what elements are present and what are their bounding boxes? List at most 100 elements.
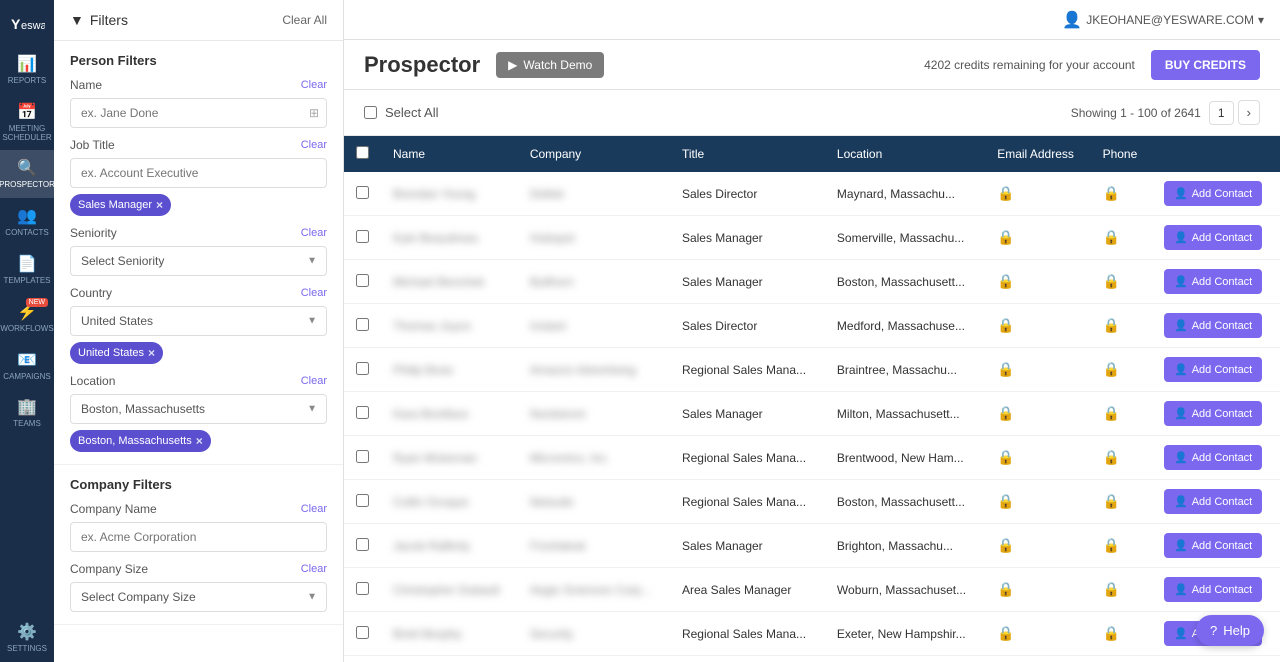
row-phone: 🔒 bbox=[1091, 216, 1152, 260]
sidebar-item-meeting-scheduler[interactable]: 📅 MEETING SCHEDULER bbox=[0, 94, 54, 151]
name-clear-button[interactable]: Clear bbox=[301, 79, 327, 91]
sidebar-item-teams[interactable]: 🏢 TEAMS bbox=[0, 389, 54, 437]
sidebar-item-contacts[interactable]: 👥 CONTACTS bbox=[0, 198, 54, 246]
row-checkbox-8[interactable] bbox=[356, 538, 369, 551]
filters-sidebar: ▼ Filters Clear All Person Filters Name … bbox=[54, 0, 344, 662]
add-contact-button-1[interactable]: 👤 Add Contact bbox=[1164, 225, 1262, 250]
select-all-checkbox[interactable] bbox=[364, 106, 377, 119]
reports-icon: 📊 bbox=[17, 54, 37, 74]
row-location: Braintree, Massachu... bbox=[825, 348, 985, 392]
row-action: 👤 Add Contact bbox=[1152, 568, 1280, 612]
header-right: 4202 credits remaining for your account … bbox=[924, 50, 1260, 80]
header-checkbox[interactable] bbox=[356, 146, 369, 159]
company-size-label: Company Size bbox=[70, 562, 148, 576]
add-contact-button-0[interactable]: 👤 Add Contact bbox=[1164, 181, 1262, 206]
company-name-input[interactable] bbox=[70, 522, 327, 552]
country-tag[interactable]: United States × bbox=[70, 342, 163, 364]
row-checkbox-6[interactable] bbox=[356, 450, 369, 463]
job-title-tag-remove[interactable]: × bbox=[156, 198, 163, 212]
sidebar-item-campaigns[interactable]: 📧 CAMPAIGNS bbox=[0, 342, 54, 390]
row-phone: 🔒 bbox=[1091, 348, 1152, 392]
sidebar-item-reports[interactable]: 📊 REPORTS bbox=[0, 46, 54, 94]
add-contact-button-5[interactable]: 👤 Add Contact bbox=[1164, 401, 1262, 426]
sidebar-item-label: SETTINGS bbox=[7, 645, 47, 654]
company-name-clear-button[interactable]: Clear bbox=[301, 503, 327, 515]
row-checkbox-cell bbox=[344, 172, 381, 216]
next-page-button[interactable]: › bbox=[1238, 100, 1260, 125]
location-select[interactable]: Boston, Massachusetts Cambridge, Massach… bbox=[70, 394, 327, 424]
country-select[interactable]: United States Canada United Kingdom bbox=[70, 306, 327, 336]
country-tag-remove[interactable]: × bbox=[148, 346, 155, 360]
row-name: Brendan Young bbox=[381, 172, 518, 216]
country-clear-button[interactable]: Clear bbox=[301, 287, 327, 299]
company-size-select[interactable]: Select Company Size 1-10 11-50 51-200 20… bbox=[70, 582, 327, 612]
app-logo[interactable]: Y esware bbox=[7, 8, 47, 38]
sidebar-item-settings[interactable]: ⚙️ SETTINGS bbox=[0, 614, 54, 662]
add-contact-button-9[interactable]: 👤 Add Contact bbox=[1164, 577, 1262, 602]
add-contact-button-6[interactable]: 👤 Add Contact bbox=[1164, 445, 1262, 470]
add-contact-button-7[interactable]: 👤 Add Contact bbox=[1164, 489, 1262, 514]
row-checkbox-10[interactable] bbox=[356, 626, 369, 639]
sidebar-item-workflows[interactable]: NEW ⚡ WORKFLOWS bbox=[0, 294, 54, 342]
row-checkbox-0[interactable] bbox=[356, 186, 369, 199]
sidebar-item-prospector[interactable]: 🔍 PROSPECTOR bbox=[0, 150, 54, 198]
action-column-header bbox=[1152, 136, 1280, 172]
row-checkbox-2[interactable] bbox=[356, 274, 369, 287]
row-phone: 🔒 bbox=[1091, 436, 1152, 480]
job-title-input[interactable] bbox=[70, 158, 327, 188]
seniority-clear-button[interactable]: Clear bbox=[301, 227, 327, 239]
buy-credits-button[interactable]: BUY CREDITS bbox=[1151, 50, 1260, 80]
add-contact-button-8[interactable]: 👤 Add Contact bbox=[1164, 533, 1262, 558]
add-icon: 👤 bbox=[1174, 539, 1188, 552]
row-company: Freshdesk bbox=[518, 524, 670, 568]
row-location: Boston, Massachusett... bbox=[825, 480, 985, 524]
sidebar-item-templates[interactable]: 📄 TEMPLATES bbox=[0, 246, 54, 294]
clear-all-button[interactable]: Clear All bbox=[282, 13, 327, 27]
row-checkbox-cell bbox=[344, 260, 381, 304]
help-button[interactable]: ? Help bbox=[1196, 615, 1264, 646]
job-title-clear-button[interactable]: Clear bbox=[301, 139, 327, 151]
row-name: Michael Benchek bbox=[381, 260, 518, 304]
add-contact-button-3[interactable]: 👤 Add Contact bbox=[1164, 313, 1262, 338]
select-all-wrapper: Select All bbox=[364, 105, 438, 120]
row-checkbox-1[interactable] bbox=[356, 230, 369, 243]
company-size-clear-button[interactable]: Clear bbox=[301, 563, 327, 575]
sidebar-item-label: MEETING SCHEDULER bbox=[2, 125, 51, 143]
add-icon: 👤 bbox=[1174, 363, 1188, 376]
row-checkbox-7[interactable] bbox=[356, 494, 369, 507]
row-checkbox-cell bbox=[344, 436, 381, 480]
table-area: Select All Showing 1 - 100 of 2641 1 › N… bbox=[344, 90, 1280, 662]
location-tag-remove[interactable]: × bbox=[196, 434, 203, 448]
location-tag[interactable]: Boston, Massachusetts × bbox=[70, 430, 211, 452]
row-checkbox-3[interactable] bbox=[356, 318, 369, 331]
row-action: 👤 Add Contact bbox=[1152, 216, 1280, 260]
play-icon: ▶ bbox=[508, 58, 517, 72]
row-title: Sales Manager bbox=[670, 392, 825, 436]
location-clear-button[interactable]: Clear bbox=[301, 375, 327, 387]
row-phone: 🔒 bbox=[1091, 172, 1152, 216]
row-name: Collin Ocoque bbox=[381, 480, 518, 524]
add-contact-button-4[interactable]: 👤 Add Contact bbox=[1164, 357, 1262, 382]
help-icon: ? bbox=[1210, 623, 1217, 638]
row-checkbox-9[interactable] bbox=[356, 582, 369, 595]
table-row: Kyle Beaudreau Hubspot Sales Manager Som… bbox=[344, 216, 1280, 260]
row-company: Hubspot bbox=[518, 216, 670, 260]
company-size-select-wrapper: Select Company Size 1-10 11-50 51-200 20… bbox=[70, 582, 327, 612]
pagination: 1 › bbox=[1209, 100, 1260, 125]
table-row: Ryan Mckernan Micromics, Inc. Regional S… bbox=[344, 436, 1280, 480]
row-location: Boston, Massachusett... bbox=[825, 656, 985, 662]
row-checkbox-5[interactable] bbox=[356, 406, 369, 419]
templates-icon: 📄 bbox=[17, 254, 37, 274]
seniority-select-wrapper: Select Seniority Director Manager VP C-L… bbox=[70, 246, 327, 276]
table-row: Christopher Dubault Aegis Sciences Corp.… bbox=[344, 568, 1280, 612]
row-name: Brett Murphy bbox=[381, 612, 518, 656]
name-input[interactable] bbox=[70, 98, 327, 128]
seniority-select[interactable]: Select Seniority Director Manager VP C-L… bbox=[70, 246, 327, 276]
user-info[interactable]: 👤 JKEOHANE@YESWARE.COM ▾ bbox=[1062, 10, 1264, 30]
add-icon: 👤 bbox=[1174, 407, 1188, 420]
watch-demo-button[interactable]: ▶ Watch Demo bbox=[496, 52, 604, 78]
job-title-tag[interactable]: Sales Manager × bbox=[70, 194, 171, 216]
row-checkbox-cell bbox=[344, 348, 381, 392]
add-contact-button-2[interactable]: 👤 Add Contact bbox=[1164, 269, 1262, 294]
row-checkbox-4[interactable] bbox=[356, 362, 369, 375]
